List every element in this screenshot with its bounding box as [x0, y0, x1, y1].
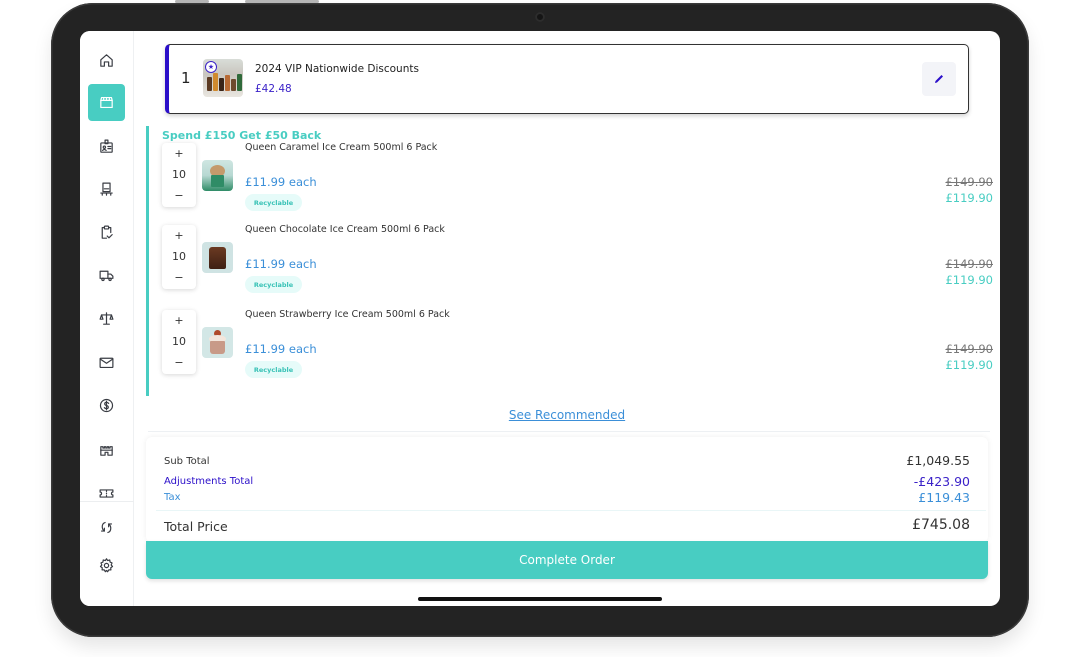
sidebar-item-payments[interactable]	[88, 387, 125, 424]
promotion-card[interactable]: 1 ★ 2024 VIP Nationwide Discounts £42.48	[165, 44, 969, 114]
quantity-value[interactable]: 10	[172, 167, 186, 183]
tax-label: Tax	[164, 492, 181, 503]
product-image	[202, 242, 233, 273]
sidebar	[80, 31, 134, 606]
quantity-value[interactable]: 10	[172, 249, 186, 265]
subtotal-label: Sub Total	[164, 456, 210, 467]
discounted-total: £119.90	[945, 191, 993, 205]
complete-order-button[interactable]: Complete Order	[146, 541, 988, 579]
product-name: Queen Strawberry Ice Cream 500ml 6 Pack	[245, 309, 450, 320]
discounted-total: £119.90	[945, 358, 993, 372]
truck-icon	[99, 270, 114, 282]
id-badge-icon	[100, 139, 113, 153]
total-price-value: £745.08	[912, 517, 970, 533]
promotion-index: 1	[181, 69, 191, 87]
sidebar-item-kiosk[interactable]	[88, 171, 125, 208]
camera-icon	[535, 12, 545, 22]
decrement-button[interactable]: −	[174, 188, 183, 204]
decrement-button[interactable]: −	[174, 270, 183, 286]
product-name: Queen Caramel Ice Cream 500ml 6 Pack	[245, 142, 438, 153]
cart-item: + 10 − Queen Strawberry Ice Cream 500ml …	[149, 293, 998, 378]
sidebar-item-locations[interactable]	[88, 431, 125, 468]
recyclable-badge: Recyclable	[245, 361, 302, 378]
scales-icon	[99, 312, 114, 325]
sidebar-item-store[interactable]	[88, 84, 125, 121]
quantity-value[interactable]: 10	[172, 334, 186, 350]
castle-icon	[100, 446, 113, 456]
cart-item: + 10 − Queen Chocolate Ice Cream 500ml 6…	[149, 208, 998, 293]
original-total: £149.90	[945, 342, 993, 356]
see-recommended-label[interactable]: See Recommended	[509, 408, 625, 422]
settings-icon	[99, 558, 114, 573]
promotion-group: Spend £150 Get £50 Back + 10 − Queen Car…	[146, 126, 998, 396]
sidebar-item-compliance[interactable]	[88, 300, 125, 337]
original-total: £149.90	[945, 175, 993, 189]
sidebar-item-sync[interactable]	[88, 509, 125, 546]
promotion-price: £42.48	[255, 83, 292, 95]
increment-button[interactable]: +	[174, 228, 183, 244]
product-name: Queen Chocolate Ice Cream 500ml 6 Pack	[245, 224, 445, 235]
sidebar-divider	[80, 501, 134, 502]
home-icon	[100, 54, 113, 67]
screen: 1 ★ 2024 VIP Nationwide Discounts £42.48	[80, 31, 1000, 606]
tax-value: £119.43	[918, 490, 970, 505]
sync-icon	[100, 521, 113, 534]
promotion-thumbnail: ★	[203, 59, 243, 97]
total-price-label: Total Price	[164, 519, 228, 534]
product-image	[202, 160, 233, 191]
home-indicator	[418, 597, 662, 601]
sidebar-item-messages[interactable]	[88, 344, 125, 381]
sidebar-item-tickets[interactable]	[88, 475, 125, 512]
original-total: £149.90	[945, 257, 993, 271]
quantity-stepper: + 10 −	[162, 225, 196, 289]
totals-divider	[156, 510, 986, 511]
unit-price: £11.99 each	[245, 342, 317, 356]
pencil-icon	[935, 75, 943, 83]
decrement-button[interactable]: −	[174, 355, 183, 371]
promotion-title: 2024 VIP Nationwide Discounts	[255, 63, 419, 75]
quantity-stepper: + 10 −	[162, 310, 196, 374]
increment-button[interactable]: +	[174, 146, 183, 162]
ticket-icon	[99, 489, 114, 498]
order-content: 1 ★ 2024 VIP Nationwide Discounts £42.48	[134, 31, 1000, 606]
cart-item: + 10 − Queen Caramel Ice Cream 500ml 6 P…	[149, 126, 998, 211]
divider	[148, 431, 990, 432]
product-image	[202, 327, 233, 358]
star-circle-icon: ★	[205, 61, 217, 73]
sidebar-item-id[interactable]	[88, 128, 125, 165]
clipboard-check-icon	[101, 225, 113, 239]
discounted-total: £119.90	[945, 273, 993, 287]
mail-icon	[99, 357, 114, 369]
store-icon	[100, 96, 113, 109]
kiosk-icon	[100, 182, 113, 196]
dollar-circle-icon	[99, 398, 114, 413]
see-recommended-link[interactable]: See Recommended	[134, 408, 1000, 422]
quantity-stepper: + 10 −	[162, 143, 196, 207]
unit-price: £11.99 each	[245, 175, 317, 189]
adjustments-label: Adjustments Total	[164, 476, 254, 487]
sidebar-item-tasks[interactable]	[88, 214, 125, 251]
increment-button[interactable]: +	[174, 313, 183, 329]
subtotal-value: £1,049.55	[906, 453, 970, 468]
unit-price: £11.99 each	[245, 257, 317, 271]
sidebar-item-settings[interactable]	[88, 547, 125, 584]
recyclable-badge: Recyclable	[245, 276, 302, 293]
edit-promotion-button[interactable]	[922, 62, 956, 96]
order-totals: Sub Total £1,049.55 Adjustments Total -£…	[146, 437, 988, 542]
sidebar-item-delivery[interactable]	[88, 257, 125, 294]
sidebar-item-home[interactable]	[88, 42, 125, 79]
adjustments-value: -£423.90	[913, 474, 970, 489]
tablet-frame: 1 ★ 2024 VIP Nationwide Discounts £42.48	[51, 3, 1029, 637]
